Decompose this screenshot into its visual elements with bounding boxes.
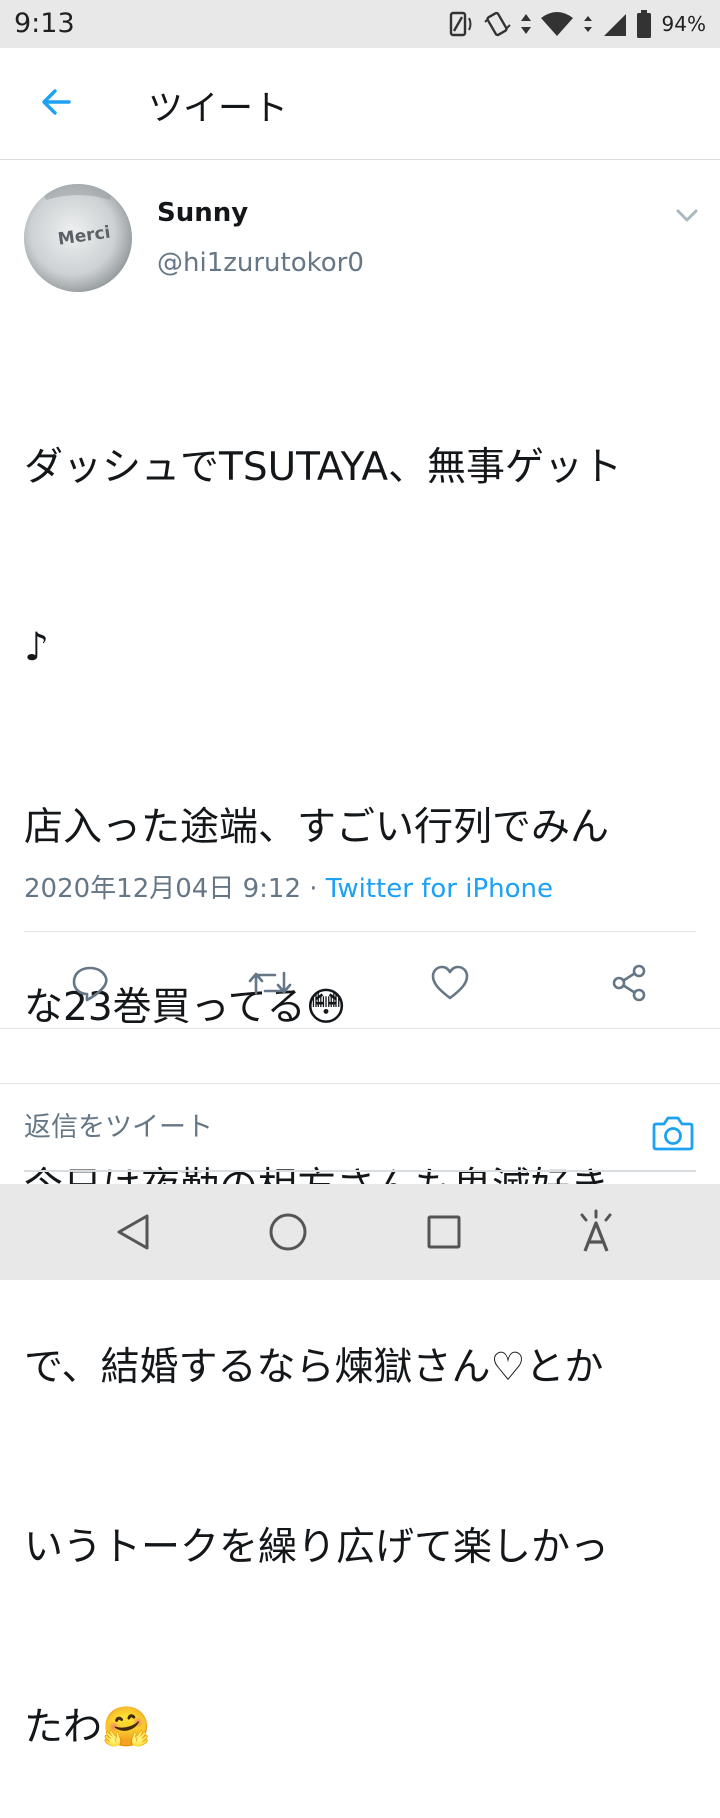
camera-icon: [652, 1116, 694, 1151]
vibrate-icon: [483, 11, 511, 37]
tweet-meta: 2020年12月04日 9:12 · Twitter for iPhone: [24, 868, 553, 905]
back-button[interactable]: [28, 74, 84, 130]
author-handle[interactable]: @hi1zurutokor0: [157, 248, 364, 278]
share-icon: [612, 964, 646, 1002]
avatar[interactable]: Merci: [24, 184, 132, 292]
battery-icon: [636, 10, 651, 38]
nav-home-button[interactable]: [264, 1208, 312, 1256]
tweet-text-line: ♪: [24, 625, 49, 670]
accessibility-icon: [580, 1209, 612, 1252]
system-nav-bar: [0, 1184, 720, 1280]
battery-percent: 94%: [661, 12, 706, 36]
signal-icon: [603, 14, 626, 36]
tweet-text-line: 店入った途端、すごい行列でみん: [24, 805, 610, 850]
retweet-icon: [248, 971, 292, 995]
chevron-down-icon: [676, 209, 698, 222]
header: ツイート: [0, 48, 720, 160]
nav-accessibility-button[interactable]: [572, 1208, 620, 1256]
reply-button[interactable]: [65, 958, 115, 1008]
like-button[interactable]: [425, 958, 475, 1008]
tweet-text-line: いうトークを繰り広げて楽しかっ: [24, 1525, 610, 1570]
tweet-date: 2020年12月04日 9:12: [24, 874, 301, 904]
avatar-image: Merci: [24, 184, 132, 292]
tweet-text: ダッシュでTSUTAYA、無事ゲット ♪ 店入った途端、すごい行列でみん な23…: [24, 318, 700, 1818]
circle-home-icon: [269, 1213, 307, 1251]
divider: [0, 1083, 720, 1084]
status-bar: 9:13 94%: [0, 0, 720, 48]
tweet-source-link[interactable]: Twitter for iPhone: [326, 874, 553, 904]
divider: [0, 1028, 720, 1029]
status-time: 9:13: [14, 8, 75, 39]
wifi-arrows-icon: [583, 16, 592, 32]
divider: [24, 931, 696, 932]
status-icons: 94%: [448, 8, 706, 40]
screen-rotate-icon: [449, 11, 472, 37]
tweet-text-line: たわ🤗: [24, 1705, 151, 1750]
heart-icon: [431, 965, 469, 1000]
tweet-text-line: で、結婚するなら煉獄さん♡とか: [24, 1345, 604, 1390]
tweet-actions: [0, 952, 720, 1012]
nav-back-button[interactable]: [109, 1208, 157, 1256]
comment-icon: [72, 966, 108, 1002]
reply-bar: [24, 1098, 696, 1172]
reply-input[interactable]: [24, 1112, 624, 1143]
wifi-icon: [540, 12, 573, 36]
author-name[interactable]: Sunny: [157, 198, 248, 228]
tweet-text-line: ダッシュでTSUTAYA、無事ゲット: [24, 445, 623, 490]
arrow-left-icon: [42, 89, 71, 115]
nav-recents-button[interactable]: [420, 1208, 468, 1256]
page-title: ツイート: [148, 89, 289, 129]
triangle-back-icon: [117, 1214, 149, 1250]
share-button[interactable]: [604, 958, 654, 1008]
data-arrows-icon: [520, 14, 531, 34]
tweet-menu-button[interactable]: [672, 200, 702, 230]
square-recents-icon: [427, 1215, 461, 1249]
camera-button[interactable]: [650, 1110, 696, 1156]
meta-separator: ·: [309, 874, 318, 904]
retweet-button[interactable]: [245, 958, 295, 1008]
